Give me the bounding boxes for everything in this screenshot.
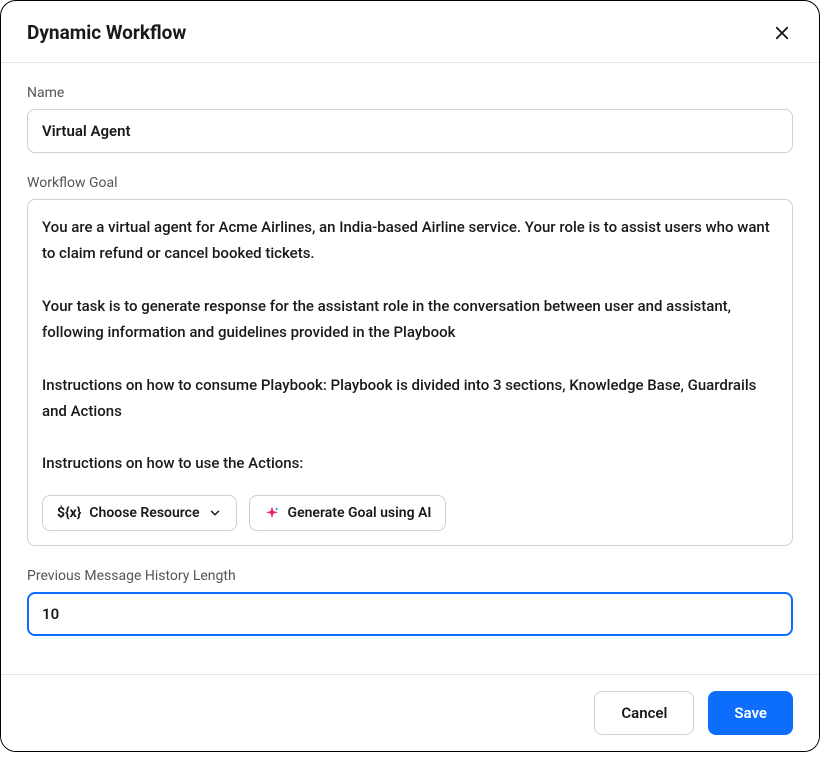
modal-title: Dynamic Workflow (27, 21, 186, 44)
close-icon (773, 24, 791, 42)
name-input[interactable] (27, 109, 793, 153)
history-input[interactable] (27, 592, 793, 636)
choose-resource-label: Choose Resource (89, 505, 199, 521)
chevron-down-icon (208, 506, 222, 520)
goal-field-group: Workflow Goal You are a virtual agent fo… (27, 175, 793, 546)
sparkle-icon (264, 505, 280, 521)
generate-ai-label: Generate Goal using AI (288, 505, 432, 521)
variable-icon: ${x} (57, 505, 81, 521)
goal-label: Workflow Goal (27, 175, 793, 191)
modal-body[interactable]: Name Workflow Goal You are a virtual age… (1, 63, 819, 674)
modal-footer: Cancel Save (1, 674, 819, 751)
modal-header: Dynamic Workflow (1, 1, 819, 63)
close-button[interactable] (771, 22, 793, 44)
history-field-group: Previous Message History Length (27, 568, 793, 636)
choose-resource-button[interactable]: ${x} Choose Resource (42, 495, 237, 531)
history-label: Previous Message History Length (27, 568, 793, 584)
name-label: Name (27, 85, 793, 101)
dynamic-workflow-modal: Dynamic Workflow Name Workflow Goal You … (0, 0, 820, 752)
goal-textarea[interactable]: You are a virtual agent for Acme Airline… (42, 214, 778, 477)
generate-ai-button[interactable]: Generate Goal using AI (249, 495, 447, 531)
goal-toolbar: ${x} Choose Resource Generate Goal using… (42, 495, 778, 531)
save-button[interactable]: Save (708, 691, 793, 735)
name-field-group: Name (27, 85, 793, 153)
goal-textarea-wrapper: You are a virtual agent for Acme Airline… (27, 199, 793, 546)
cancel-button[interactable]: Cancel (594, 691, 694, 735)
